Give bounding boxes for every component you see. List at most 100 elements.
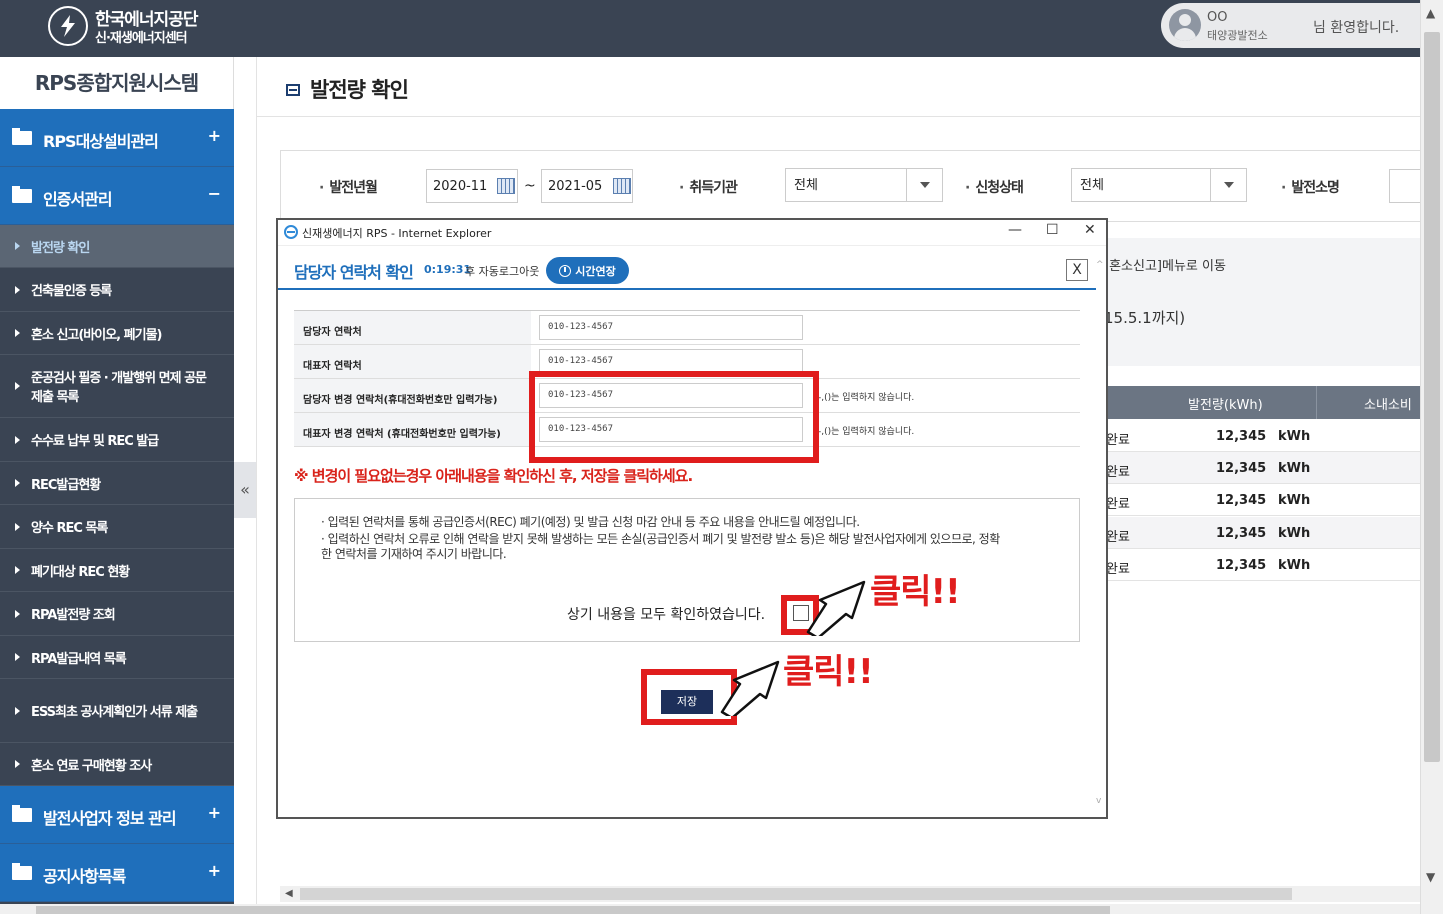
top-header: 한국에너지공단 신·재생에너지센터 OO 태양광발전소 님 환영합니다. (0, 0, 1421, 57)
logout-timer-text: 후 자동로그아웃 (465, 265, 540, 278)
internet-explorer-icon (284, 225, 298, 239)
sidebar-item-fuel-survey[interactable]: 혼소 연료 구매현황 조사 (0, 743, 234, 786)
annotation-arrow-icon (806, 580, 866, 636)
save-button[interactable]: 저장 (661, 690, 713, 714)
click-annotation-2: 클릭!! (783, 652, 874, 692)
status-select[interactable]: 전체 (1071, 168, 1247, 202)
page-vertical-scrollbar[interactable]: ▲ ▼ (1420, 0, 1443, 914)
page-horizontal-scrollbar[interactable] (0, 904, 1420, 914)
field-label: 대표자 연락처 (294, 345, 531, 378)
chevron-down-icon (906, 169, 942, 201)
user-info: OO 태양광발전소 님 환영합니다. (1161, 3, 1421, 48)
close-window-icon[interactable]: ✕ (1084, 222, 1096, 238)
scrollbar-thumb[interactable] (1424, 32, 1440, 762)
caret-right-icon (15, 760, 20, 768)
extend-session-button[interactable]: 시간연장 (546, 257, 629, 284)
sidebar-item-generation-check[interactable]: 발전량 확인 (0, 225, 234, 268)
caret-right-icon (15, 382, 20, 390)
sidebar: RPS종합지원시스템 RPS대상설비관리 + 인증서관리 − 발전량 확인 건축… (0, 57, 234, 904)
calendar-icon[interactable] (497, 178, 515, 194)
info-line-2: · 입력하신 연락처 오류로 인해 연락을 받지 못해 발생하는 모든 손실(공… (321, 532, 1000, 561)
sidebar-item-fee-rec-issue[interactable]: 수수료 납부 및 REC 발급 (0, 418, 234, 462)
page-title: 발전량 확인 (286, 74, 409, 104)
scroll-left-icon[interactable]: ◀ (285, 888, 293, 899)
menu-group-producer-info[interactable]: 발전사업자 정보 관리 + (0, 786, 234, 844)
popup-scrollbar[interactable]: ^ v (1096, 256, 1106, 806)
sidebar-item-disposal-rec[interactable]: 폐기대상 REC 현황 (0, 549, 234, 592)
folder-icon (12, 128, 32, 145)
caret-right-icon (15, 653, 20, 661)
sidebar-item-cofiring-report[interactable]: 혼소 신고(바이오, 폐기물) (0, 312, 234, 355)
table-row[interactable]: 완료 12,345 kWh (1098, 420, 1420, 452)
caret-right-icon (15, 285, 20, 294)
info-line-1: · 입력된 연락처를 통해 공급인증서(REC) 폐기(예정) 및 발급 신청 … (321, 515, 860, 529)
sidebar-item-transferred-rec[interactable]: 양수 REC 목록 (0, 505, 234, 549)
caret-right-icon (15, 329, 20, 337)
sidebar-item-ess-docs[interactable]: ESS최초 공사계획인가 서류 제출 (0, 679, 234, 743)
table-row[interactable]: 완료 12,345 kWh (1098, 484, 1420, 516)
plant-label: 발전소명 (1281, 177, 1340, 197)
menu-group-rps-facility[interactable]: RPS대상설비관리 + (0, 109, 234, 167)
scroll-down-icon[interactable]: ▼ (1426, 870, 1435, 884)
sidebar-item-rpa-issue-list[interactable]: RPA발급내역 목록 (0, 636, 234, 679)
plant-name-input[interactable] (1389, 169, 1421, 203)
field-label: 담당자 연락처 (294, 311, 531, 344)
column-header-self-consumption: 소내소비 (1364, 398, 1412, 413)
sidebar-item-rpa-generation[interactable]: RPA발전량 조회 (0, 592, 234, 636)
status-label: 신청상태 (965, 177, 1024, 197)
field-label: 담당자 변경 연락처(휴대전화번호만 입력가능) (294, 379, 531, 412)
contact-confirm-popup: 신재생에너지 RPS - Internet Explorer — ☐ ✕ 담당자… (276, 218, 1108, 819)
popup-title: 담당자 연락처 확인 (294, 263, 414, 282)
field-label: 대표자 변경 연락처 (휴대전화번호만 입력가능) (294, 413, 531, 446)
table-row[interactable]: 완료 12,345 kWh (1098, 517, 1420, 549)
caret-right-icon (15, 566, 20, 574)
calendar-icon[interactable] (613, 178, 631, 194)
table-row[interactable]: 완료 12,345 kWh (1098, 452, 1420, 484)
popup-header: 담당자 연락처 확인 0:19:31 후 자동로그아웃 시간연장 (278, 246, 1096, 290)
maximize-icon[interactable]: ☐ (1046, 222, 1059, 238)
popup-close-button[interactable]: X (1066, 259, 1088, 281)
scroll-down-icon[interactable]: v (1096, 796, 1101, 806)
manager-phone-field[interactable]: 010-123-4567 (539, 315, 803, 340)
notice-link[interactable]: [혼소신고]메뉴로 이동 (1104, 255, 1226, 274)
click-annotation-1: 클릭!! (870, 572, 961, 612)
table-header: 발전량(kWh) 소내소비 (1098, 386, 1420, 419)
menu-group-certificate[interactable]: 인증서관리 − (0, 167, 234, 225)
scroll-up-icon[interactable]: ^ (1096, 260, 1104, 270)
menu-group-label: 발전사업자 정보 관리 (43, 809, 177, 828)
sidebar-item-completion-docs[interactable]: 준공검사 필증 · 개발행위 면제 공문 제출 목록 (0, 355, 234, 418)
menu-group-label: 공지사항목록 (43, 867, 126, 886)
search-filter: 발전년월 2020-11 ~ 2021-05 취득기관 전체 신청상태 전체 발… (280, 150, 1421, 222)
menu-group-notice[interactable]: 공지사항목록 + (0, 844, 234, 902)
scrollbar-thumb[interactable] (36, 906, 1110, 914)
column-header-generation: 발전량(kWh) (1188, 398, 1263, 413)
expand-icon: + (207, 803, 221, 822)
content-divider (256, 57, 257, 904)
sidebar-item-rec-status[interactable]: REC발급현황 (0, 462, 234, 505)
list-icon (286, 84, 300, 96)
table-row[interactable]: 완료 12,345 kWh (1098, 549, 1420, 581)
system-title[interactable]: RPS종합지원시스템 (0, 57, 234, 109)
energy-agency-logo-icon[interactable] (48, 6, 88, 46)
menu-group-label: RPS대상설비관리 (43, 132, 159, 151)
sidebar-collapse-button[interactable]: « (234, 462, 256, 518)
user-avatar-icon (1169, 9, 1201, 41)
minimize-icon[interactable]: — (1008, 222, 1022, 238)
notice-text: 15.5.1까지) (1104, 309, 1186, 327)
caret-right-icon (15, 242, 20, 250)
scroll-up-icon[interactable]: ▲ (1426, 6, 1435, 20)
scrollbar-thumb[interactable] (300, 888, 1292, 900)
expand-icon: + (207, 861, 221, 880)
warning-text: ※ 변경이 필요없는경우 아래내용을 확인하신 후, 저장을 클릭하세요. (294, 467, 693, 485)
expand-icon: + (207, 126, 221, 145)
form-row: 담당자 연락처 010-123-4567 (294, 311, 1080, 345)
content-horizontal-scrollbar[interactable]: ◀ (280, 886, 1420, 902)
caret-right-icon (15, 435, 20, 444)
period-label: 발전년월 (319, 177, 378, 197)
annotation-arrow-icon (720, 660, 780, 716)
agency-select[interactable]: 전체 (785, 168, 943, 202)
sidebar-item-building-cert[interactable]: 건축물인증 등록 (0, 268, 234, 312)
welcome-text: 님 환영합니다. (1313, 20, 1400, 36)
field-note: -,()는 입력하지 않습니다. (818, 427, 915, 437)
caret-right-icon (15, 609, 20, 618)
